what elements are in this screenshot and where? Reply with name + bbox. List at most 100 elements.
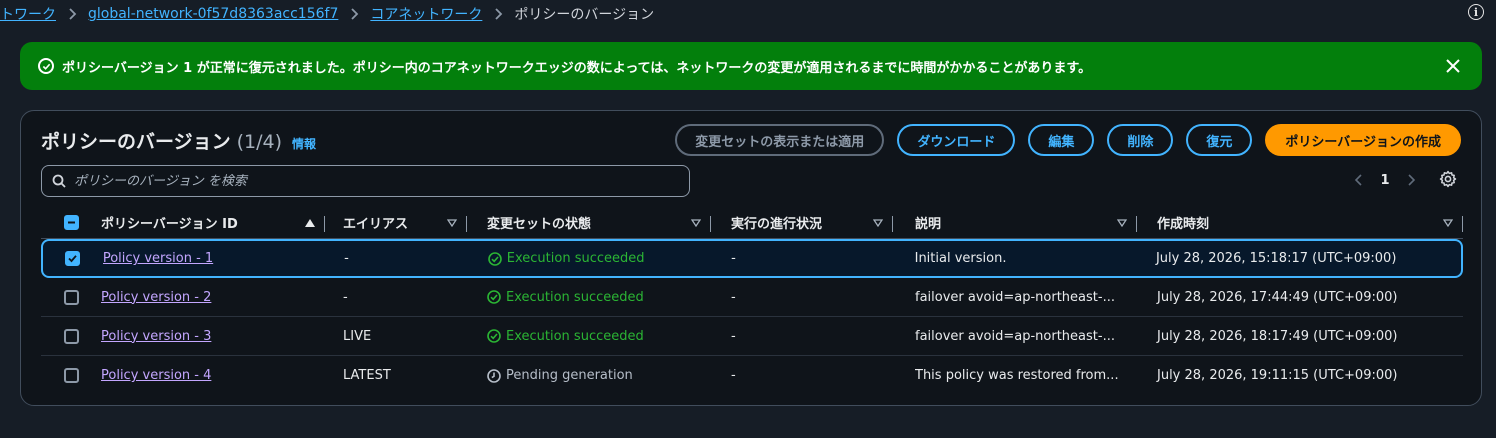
alias-cell: LATEST — [343, 368, 391, 383]
change-set-state-cell: Pending generation — [467, 356, 711, 395]
column-header-change-set-state[interactable]: 変更セットの状態 — [467, 207, 711, 238]
chevron-right-icon — [338, 8, 370, 20]
created-time-cell: July 28, 2026, 18:17:49 (UTC+09:00) — [1157, 328, 1398, 344]
table-row[interactable]: Policy version - 1 - Execution succeeded… — [41, 239, 1463, 278]
panel-title: ポリシーのバージョン — [41, 131, 231, 153]
selection-count: (1/4) — [236, 131, 283, 153]
description-cell: This policy was restored from... — [893, 356, 1137, 395]
policy-version-id-cell: Policy version - 3 — [101, 317, 325, 355]
info-icon[interactable]: i — [1468, 4, 1484, 20]
column-header-execution-progress[interactable]: 実行の進行状況 — [711, 207, 893, 238]
create-policy-version-button[interactable]: ポリシーバージョンの作成 — [1265, 124, 1461, 156]
check-icon — [68, 255, 78, 263]
restore-button[interactable]: 復元 — [1186, 124, 1253, 156]
pagination: 1 — [1349, 169, 1421, 191]
row-checkbox[interactable] — [65, 251, 81, 266]
chevron-right-icon — [56, 8, 88, 20]
info-link[interactable]: 情報 — [292, 135, 316, 152]
row-checkbox[interactable] — [63, 368, 79, 383]
download-button[interactable]: ダウンロード — [897, 124, 1016, 156]
table-row[interactable]: Policy version - 3 LIVE Execution succee… — [41, 317, 1463, 356]
breadcrumb-link-core-network[interactable]: コアネットワーク — [370, 4, 482, 24]
status-text: Execution succeeded — [506, 328, 644, 344]
alias-cell: - — [343, 289, 348, 305]
search-icon — [52, 174, 66, 188]
success-flash-banner: ポリシーバージョン 1 が正常に復元されました。ポリシー内のコアネットワークエッ… — [20, 42, 1482, 90]
row-select-cell — [43, 241, 103, 276]
current-page-number[interactable]: 1 — [1377, 173, 1393, 188]
table-row[interactable]: Policy version - 2 - Execution succeeded… — [41, 278, 1463, 317]
chevron-right-icon — [1408, 174, 1416, 186]
check-circle-icon — [487, 329, 501, 343]
edit-button[interactable]: 編集 — [1028, 124, 1095, 156]
breadcrumb-link-global-network[interactable]: global-network-0f57d8363acc156f7 — [88, 6, 338, 22]
policy-version-link[interactable]: Policy version - 2 — [101, 290, 211, 305]
select-all-checkbox[interactable] — [63, 215, 79, 230]
policy-version-link[interactable]: Policy version - 3 — [101, 329, 211, 344]
column-label: 説明 — [915, 217, 942, 232]
previous-page-button[interactable] — [1349, 169, 1367, 191]
table-header: ポリシーバージョン ID エイリアス 変更セットの状態 実行の進行状況 説明 作… — [41, 207, 1463, 239]
column-header-description[interactable]: 説明 — [893, 207, 1137, 238]
next-page-button[interactable] — [1403, 169, 1421, 191]
gear-icon[interactable] — [1439, 170, 1457, 188]
clock-icon — [487, 368, 501, 383]
execution-progress-cell: - — [731, 368, 736, 383]
description-text: Initial version. — [914, 251, 1007, 266]
column-header-created-time[interactable]: 作成時刻 — [1137, 207, 1463, 238]
column-label: 作成時刻 — [1157, 217, 1210, 232]
row-select-cell — [41, 278, 101, 316]
policy-version-link[interactable]: Policy version - 4 — [101, 368, 211, 383]
description-cell: Initial version. — [893, 241, 1136, 276]
column-label: エイリアス — [343, 217, 409, 232]
close-icon[interactable] — [1446, 59, 1460, 73]
status-text: Execution succeeded — [506, 251, 645, 266]
column-label: 変更セットの状態 — [487, 217, 592, 232]
sort-icon — [691, 218, 701, 227]
policy-version-id-cell: Policy version - 1 — [103, 241, 326, 276]
execution-progress-cell: - — [731, 289, 736, 305]
status-indicator: Pending generation — [487, 368, 633, 383]
breadcrumb-current: ポリシーのバージョン — [514, 7, 655, 23]
table-row[interactable]: Policy version - 4 LATEST Pending genera… — [41, 356, 1463, 395]
status-indicator: Execution succeeded — [487, 329, 644, 344]
view-apply-change-set-button[interactable]: 変更セットの表示または適用 — [675, 124, 885, 156]
breadcrumb-link-network[interactable]: トワーク — [0, 4, 56, 24]
change-set-state-cell: Execution succeeded — [467, 317, 711, 355]
policy-version-id-cell: Policy version - 4 — [101, 356, 325, 395]
check-circle-icon — [487, 290, 501, 304]
minus-icon — [67, 221, 75, 224]
column-label: ポリシーバージョン ID — [101, 217, 238, 232]
row-checkbox[interactable] — [63, 328, 79, 344]
column-header-policy-version-id[interactable]: ポリシーバージョン ID — [101, 207, 325, 238]
search-input[interactable] — [74, 173, 679, 189]
column-header-alias[interactable]: エイリアス — [325, 207, 467, 238]
action-buttons: 変更セットの表示または適用 ダウンロード 編集 削除 復元 ポリシーバージョンの… — [675, 124, 1461, 156]
delete-button[interactable]: 削除 — [1107, 124, 1174, 156]
policy-version-id-cell: Policy version - 2 — [101, 278, 325, 316]
execution-progress-cell: - — [731, 328, 736, 344]
status-indicator: Execution succeeded — [487, 251, 645, 266]
search-box — [41, 165, 690, 197]
alias-cell: - — [344, 251, 349, 266]
created-time-cell: July 28, 2026, 15:18:17 (UTC+09:00) — [1155, 251, 1397, 266]
sort-icon — [1117, 218, 1127, 227]
description-text: This policy was restored from... — [915, 368, 1119, 383]
change-set-state-cell: Execution succeeded — [467, 278, 711, 316]
sort-ascending-icon — [305, 218, 315, 227]
created-time-cell: July 28, 2026, 17:44:49 (UTC+09:00) — [1157, 289, 1398, 305]
flash-message: ポリシーバージョン 1 が正常に復元されました。ポリシー内のコアネットワークエッ… — [62, 60, 1092, 76]
check-circle-icon — [38, 58, 54, 74]
policy-version-link[interactable]: Policy version - 1 — [103, 251, 213, 266]
policy-versions-table: ポリシーバージョン ID エイリアス 変更セットの状態 実行の進行状況 説明 作… — [41, 207, 1463, 395]
breadcrumb: トワーク global-network-0f57d8363acc156f7 コア… — [0, 0, 654, 28]
description-cell: failover avoid=ap-northeast-... — [893, 278, 1137, 316]
execution-progress-cell: - — [731, 251, 736, 266]
header-select-cell — [41, 207, 101, 238]
created-time-cell: July 28, 2026, 19:11:15 (UTC+09:00) — [1157, 368, 1398, 383]
row-checkbox[interactable] — [63, 289, 79, 305]
status-text: Pending generation — [506, 368, 633, 383]
chevron-right-icon — [482, 8, 514, 20]
description-text: failover avoid=ap-northeast-... — [915, 328, 1115, 344]
column-label: 実行の進行状況 — [731, 217, 823, 232]
